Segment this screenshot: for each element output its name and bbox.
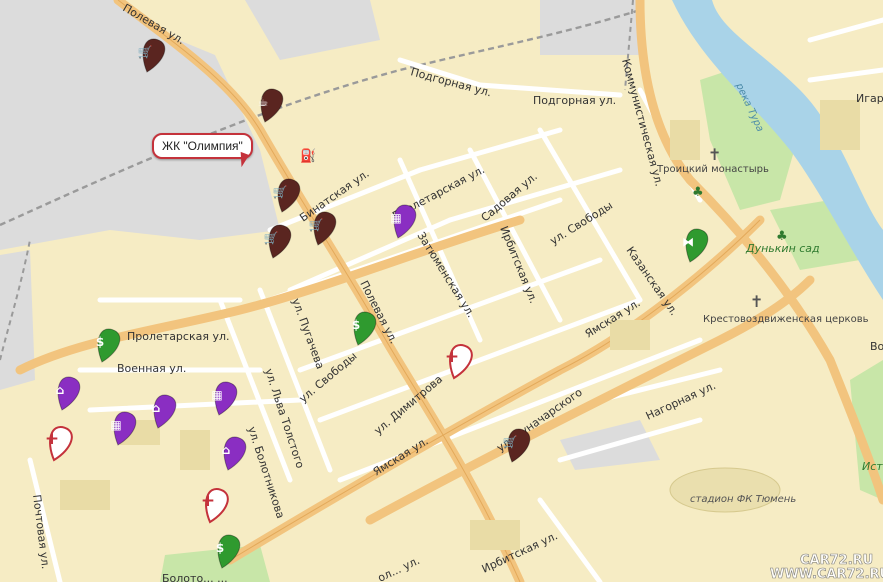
office-marker[interactable]: ▦ bbox=[388, 202, 418, 241]
bank-marker[interactable]: $ bbox=[212, 532, 242, 571]
shop-marker[interactable]: 🛒 bbox=[263, 222, 293, 261]
dumbbell-icon: ⧓ bbox=[682, 235, 694, 249]
home-marker[interactable]: ⌂ bbox=[218, 434, 248, 473]
fitness-marker[interactable]: ⧓ bbox=[680, 226, 710, 265]
medical-cross-icon: + bbox=[201, 491, 215, 511]
map-canvas[interactable]: Полевая ул. Подгорная ул. Подгорная ул. … bbox=[0, 0, 883, 582]
pharmacy-marker[interactable]: + bbox=[444, 342, 474, 381]
shopping-cart-icon: 🛒 bbox=[503, 435, 518, 449]
office-marker[interactable]: ▦ bbox=[108, 409, 138, 448]
shopping-cart-icon: 🛒 bbox=[273, 185, 288, 199]
bank-marker[interactable]: $ bbox=[348, 309, 378, 348]
medical-cross-icon: + bbox=[445, 347, 459, 367]
shop-marker[interactable]: 🛒 bbox=[308, 209, 338, 248]
home-marker[interactable]: ⌂ bbox=[148, 392, 178, 431]
house-icon: ⌂ bbox=[222, 443, 231, 457]
marker-layer: 🛒 ☕ 🛒 🛒 🛒 ▦ $ ⧓ $ + ⌂ ▦ ⌂ ▦ + ⌂ 🛒 + $ bbox=[44, 36, 710, 571]
house-icon: ⌂ bbox=[56, 383, 65, 397]
home-marker[interactable]: ⌂ bbox=[52, 374, 82, 413]
shopping-cart-icon: 🛒 bbox=[309, 218, 324, 232]
house-icon: ⌂ bbox=[152, 401, 161, 415]
dollar-icon: $ bbox=[352, 318, 360, 332]
shopping-cart-icon: 🛒 bbox=[264, 231, 279, 245]
office-building-icon: ▦ bbox=[110, 418, 121, 432]
shop-marker[interactable]: 🛒 bbox=[272, 176, 302, 215]
dollar-icon: $ bbox=[96, 335, 104, 349]
shop-marker[interactable]: 🛒 bbox=[137, 36, 167, 75]
dollar-icon: $ bbox=[216, 541, 224, 555]
pharmacy-marker[interactable]: + bbox=[200, 486, 230, 525]
bank-marker[interactable]: $ bbox=[92, 326, 122, 365]
coffee-cup-icon: ☕ bbox=[258, 95, 269, 109]
pharmacy-marker[interactable]: + bbox=[44, 424, 74, 463]
complex-callout[interactable]: ЖК "Олимпия" bbox=[152, 133, 253, 159]
shop-marker[interactable]: 🛒 bbox=[502, 426, 532, 465]
cafe-marker[interactable]: ☕ bbox=[255, 86, 285, 125]
shopping-cart-icon: 🛒 bbox=[138, 45, 153, 59]
office-building-icon: ▦ bbox=[390, 211, 401, 225]
office-marker[interactable]: ▦ bbox=[209, 379, 239, 418]
medical-cross-icon: + bbox=[45, 429, 59, 449]
office-building-icon: ▦ bbox=[211, 388, 222, 402]
